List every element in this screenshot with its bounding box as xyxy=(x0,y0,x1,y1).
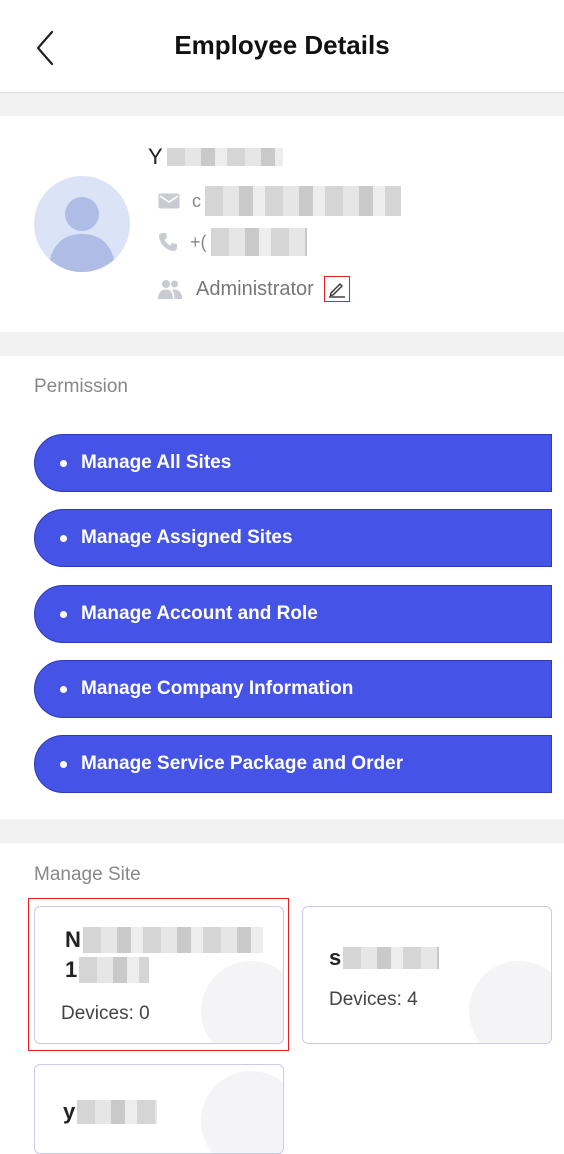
permission-item-label: Manage Service Package and Order xyxy=(81,753,404,774)
site-name-initial: s xyxy=(329,945,342,970)
redacted-name xyxy=(166,148,283,166)
employee-name-initial: Y xyxy=(148,144,163,169)
bullet-icon xyxy=(60,534,67,542)
manage-site-section-label: Manage Site xyxy=(34,864,141,885)
bullet-icon xyxy=(60,459,67,467)
phone-row: +( xyxy=(158,228,307,256)
site-card[interactable]: y xyxy=(34,1064,284,1154)
users-group-icon xyxy=(158,280,182,299)
bullet-icon xyxy=(60,610,67,618)
edit-role-button[interactable] xyxy=(323,276,350,302)
redacted-site-name xyxy=(77,1100,158,1124)
permission-item-label: Manage Company Information xyxy=(81,678,354,699)
permission-section-label: Permission xyxy=(34,376,128,397)
device-count: Devices: 4 xyxy=(329,989,418,1010)
avatar xyxy=(34,176,130,272)
mail-icon xyxy=(158,193,180,209)
employee-name: Y xyxy=(148,144,283,170)
redacted-site-name xyxy=(343,947,440,969)
bullet-icon xyxy=(60,760,67,768)
permission-item-label: Manage Account and Role xyxy=(81,603,318,624)
phone-icon xyxy=(159,233,177,251)
permission-item: Manage Assigned Sites xyxy=(34,509,552,567)
email-row: c xyxy=(158,186,401,216)
profile-card: Y c +( Administrator xyxy=(0,116,564,332)
permission-item: Manage All Sites xyxy=(34,434,552,492)
phone-prefix: +( xyxy=(190,231,207,252)
section-divider xyxy=(0,332,564,356)
header-bar: Employee Details xyxy=(0,0,564,93)
permission-item: Manage Account and Role xyxy=(34,585,552,643)
section-divider xyxy=(0,93,564,116)
page-title: Employee Details xyxy=(174,30,390,60)
email-prefix: c xyxy=(192,190,201,211)
permission-item-label: Manage All Sites xyxy=(81,452,232,473)
role-label: Administrator xyxy=(196,277,314,300)
pencil-icon xyxy=(328,283,345,298)
globe-icon xyxy=(469,961,551,1043)
bullet-icon xyxy=(60,685,67,693)
redacted-phone xyxy=(210,228,307,256)
site-name: s xyxy=(329,945,440,971)
permission-item-label: Manage Assigned Sites xyxy=(81,527,293,548)
selection-highlight xyxy=(28,898,289,1051)
redacted-email xyxy=(205,186,401,216)
user-avatar-icon xyxy=(48,197,116,272)
permission-item: Manage Company Information xyxy=(34,660,552,718)
role-row: Administrator xyxy=(158,276,350,302)
site-name-initial: y xyxy=(63,1099,76,1124)
permission-item: Manage Service Package and Order xyxy=(34,735,552,793)
site-name: y xyxy=(63,1099,158,1125)
site-card[interactable]: s Devices: 4 xyxy=(302,906,552,1044)
section-divider xyxy=(0,819,564,843)
globe-icon xyxy=(201,1071,283,1153)
